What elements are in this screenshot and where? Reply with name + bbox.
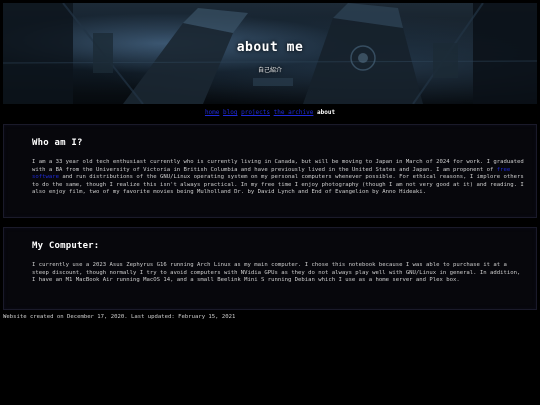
footer-text: Website created on December 17, 2020. La…	[3, 314, 236, 320]
breadcrumb-current: about	[317, 109, 336, 116]
breadcrumb-link-blog[interactable]: blog	[223, 109, 237, 116]
breadcrumb-link-projects[interactable]: projects	[241, 109, 270, 116]
breadcrumb-link-archive[interactable]: the archive	[274, 109, 314, 116]
page-subtitle: 自己紹介	[257, 67, 282, 74]
who-am-i-section: Who am I? I am a 33 year old tech enthus…	[3, 124, 537, 218]
header-banner: about me 自己紹介	[3, 3, 537, 104]
my-computer-text: I currently use a 2023 Asus Zephyrus G16…	[32, 262, 521, 284]
page: about me 自己紹介 home blog projects the arc…	[0, 0, 540, 405]
who-am-i-text: I am a 33 year old tech enthusiast curre…	[32, 159, 525, 197]
my-computer-heading: My Computer:	[32, 241, 100, 251]
who-text-part2: and run distributions of the GNU/Linux o…	[32, 174, 524, 196]
who-am-i-heading: Who am I?	[32, 138, 83, 148]
breadcrumb: home blog projects the archive about	[0, 109, 540, 116]
my-computer-section: My Computer: I currently use a 2023 Asus…	[3, 227, 537, 310]
page-title: about me	[236, 40, 304, 55]
breadcrumb-link-home[interactable]: home	[205, 109, 219, 116]
who-text-part1: I am a 33 year old tech enthusiast curre…	[32, 159, 524, 173]
